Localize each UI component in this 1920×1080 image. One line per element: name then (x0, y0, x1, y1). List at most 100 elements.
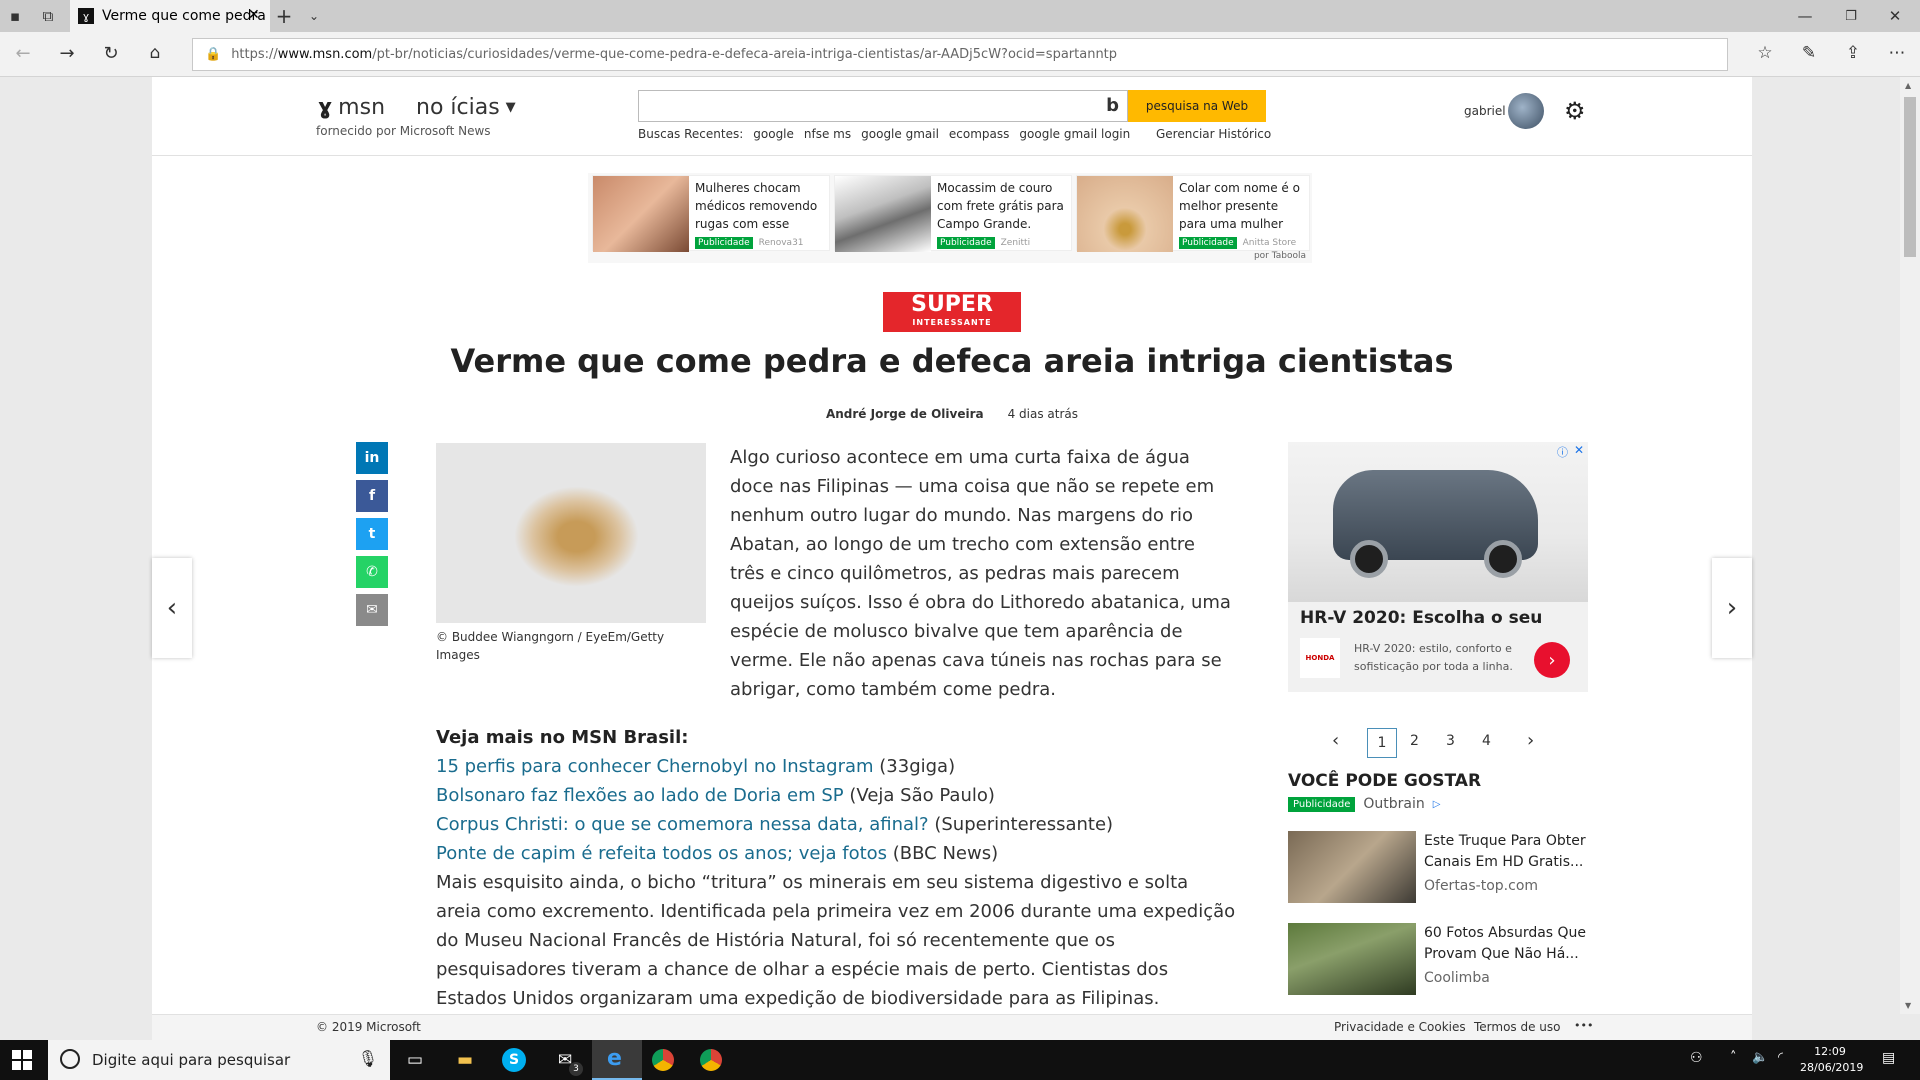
gear-icon[interactable]: ⚙ (1564, 97, 1586, 125)
minimize-icon[interactable]: — (1790, 4, 1820, 28)
publisher-logo[interactable]: SUPER INTERESSANTE (883, 292, 1021, 332)
related-link[interactable]: 15 perfis para conhecer Chernobyl no Ins… (436, 756, 874, 777)
footer-more-icon[interactable]: ••• (1574, 1019, 1593, 1032)
privacy-link[interactable]: Privacidade e Cookies (1334, 1020, 1466, 1034)
linkedin-share-icon[interactable]: in (356, 442, 388, 474)
url-prefix: https:// (231, 47, 278, 62)
previous-article-icon[interactable]: ‹ (152, 558, 192, 658)
new-tab-icon[interactable]: + (272, 4, 296, 28)
tab-close-icon[interactable]: ✕ (248, 7, 260, 23)
recent-search-item[interactable]: google gmail login (1019, 127, 1130, 141)
task-view-icon[interactable]: ▭ (402, 1048, 428, 1072)
forward-icon[interactable]: → (54, 40, 80, 66)
share-icon[interactable]: ⇪ (1840, 40, 1866, 66)
recent-search-item[interactable]: google (753, 127, 794, 141)
scroll-down-icon[interactable]: ▼ (1905, 1001, 1911, 1010)
outbrain-icon[interactable]: ▷ (1433, 799, 1441, 810)
set-aside-tabs-icon[interactable]: ⧉ (36, 6, 60, 26)
scroll-thumb[interactable] (1904, 97, 1916, 257)
taskbar-search-input[interactable]: Digite aqui para pesquisar 🎙 (48, 1040, 390, 1080)
terms-link[interactable]: Termos de uso (1474, 1020, 1561, 1034)
scroll-up-icon[interactable]: ▲ (1905, 81, 1911, 90)
twitter-share-icon[interactable]: t (356, 518, 388, 550)
recommend-item[interactable]: Este Truque Para Obter Canais Em HD Grat… (1288, 831, 1588, 903)
tab-bar: ▪ ⧉ ɣ Verme que come pedra ✕ + ⌄ — ❐ ✕ (0, 0, 1920, 32)
edge-taskbar-button[interactable]: e (592, 1040, 642, 1080)
edge-icon: e (607, 1046, 622, 1071)
chevron-down-icon: ▼ (505, 100, 516, 115)
home-icon[interactable]: ⌂ (142, 40, 168, 66)
people-icon[interactable]: ⚇ (1690, 1050, 1703, 1066)
web-search-button[interactable]: pesquisa na Web (1128, 90, 1266, 122)
recent-search-item[interactable]: ecompass (949, 127, 1010, 141)
whatsapp-share-icon[interactable]: ✆ (356, 556, 388, 588)
back-icon[interactable]: ← (10, 40, 36, 66)
file-explorer-icon[interactable]: ▬ (452, 1048, 478, 1072)
outbrain-label[interactable]: Outbrain (1363, 796, 1424, 812)
related-link[interactable]: Ponte de capim é refeita todos os anos; … (436, 843, 887, 864)
ad-card[interactable]: Colar com nome é o melhor presente para … (1076, 175, 1310, 252)
bing-icon: b (1106, 95, 1119, 116)
more-menu-icon[interactable]: ⋯ (1884, 40, 1910, 66)
clock[interactable]: 12:09 28/06/2019 (1800, 1044, 1863, 1076)
recent-search-item[interactable]: nfse ms (804, 127, 851, 141)
side-ad[interactable]: ⓘ ✕ HR-V 2020: Escolha o seu HONDA HR-V … (1288, 442, 1588, 692)
recommend-image (1288, 831, 1416, 903)
manage-history-link[interactable]: Gerenciar Histórico (1156, 127, 1271, 141)
prev-page-icon[interactable]: ‹ (1332, 730, 1339, 751)
recommend-source: Coolimba (1424, 970, 1490, 986)
chrome-icon[interactable] (700, 1049, 722, 1071)
cortana-icon (60, 1049, 80, 1069)
microphone-icon[interactable]: 🎙 (358, 1049, 378, 1068)
tab-preview-chevron-icon[interactable]: ⌄ (302, 4, 326, 28)
ad-image (593, 176, 689, 252)
chrome-icon[interactable] (652, 1049, 674, 1071)
restore-icon[interactable]: ❐ (1836, 4, 1866, 28)
page-number-current[interactable]: 1 (1367, 728, 1397, 758)
recent-search-item[interactable]: google gmail (861, 127, 939, 141)
adchoices-icon[interactable]: ⓘ (1557, 444, 1568, 460)
refresh-icon[interactable]: ↻ (98, 40, 124, 66)
wifi-icon[interactable]: ◜ (1778, 1050, 1783, 1065)
page-number[interactable]: 2 (1410, 733, 1419, 749)
section-dropdown[interactable]: no ícias ▼ (416, 95, 516, 120)
taboola-credit[interactable]: por Taboola (1254, 251, 1306, 261)
web-note-icon[interactable]: ✎ (1796, 40, 1822, 66)
ad-card[interactable]: Mulheres chocam médicos removendo rugas … (592, 175, 830, 252)
ad-close-icon[interactable]: ✕ (1574, 443, 1584, 457)
next-page-icon[interactable]: › (1527, 730, 1534, 751)
tab-active[interactable]: ɣ Verme que come pedra ✕ (70, 0, 270, 32)
tab-actions-icon[interactable]: ▪ (4, 6, 26, 26)
favorites-hub-icon[interactable]: ☆ (1752, 40, 1778, 66)
publisher-logo-text: SUPER (911, 292, 993, 317)
next-article-icon[interactable]: › (1712, 558, 1752, 658)
car-image (1288, 442, 1588, 602)
related-item: 15 perfis para conhecer Chernobyl no Ins… (436, 752, 1236, 781)
username[interactable]: gabriel (1464, 104, 1506, 118)
url-field[interactable]: 🔒 https://www.msn.com/pt-br/noticias/cur… (192, 38, 1728, 71)
article-paragraph: Algo curioso acontece em uma curta faixa… (730, 447, 1231, 700)
action-center-icon[interactable]: ▤ (1882, 1050, 1895, 1066)
page-number[interactable]: 3 (1446, 733, 1455, 749)
article-image[interactable] (436, 443, 706, 623)
related-link[interactable]: Corpus Christi: o que se comemora nessa … (436, 814, 929, 835)
avatar[interactable] (1508, 93, 1544, 129)
side-ad-arrow-icon[interactable]: › (1534, 642, 1570, 678)
recent-searches: Buscas Recentes: google nfse ms google g… (638, 127, 1130, 141)
page-scrollbar[interactable]: ▲ ▼ (1900, 77, 1920, 1014)
facebook-share-icon[interactable]: f (356, 480, 388, 512)
author-name[interactable]: André Jorge de Oliveira (826, 407, 984, 421)
show-hidden-icons-icon[interactable]: ˄ (1730, 1050, 1737, 1065)
article-paragraph: Mais esquisito ainda, o bicho “tritura” … (436, 872, 1236, 1009)
page-number[interactable]: 4 (1482, 733, 1491, 749)
windows-start-icon[interactable] (12, 1050, 32, 1070)
email-share-icon[interactable]: ✉ (356, 594, 388, 626)
skype-icon[interactable]: S (502, 1048, 526, 1072)
recommend-item[interactable]: 60 Fotos Absurdas Que Provam Que Não Há.… (1288, 923, 1588, 995)
search-input[interactable]: b (638, 90, 1128, 122)
ad-card[interactable]: Mocassim de couro com frete grátis para … (834, 175, 1072, 252)
close-window-icon[interactable]: ✕ (1880, 4, 1910, 28)
msn-logo[interactable]: ɣ msn (318, 95, 385, 120)
related-link[interactable]: Bolsonaro faz flexões ao lado de Doria e… (436, 785, 844, 806)
volume-icon[interactable]: 🔈 (1752, 1050, 1768, 1065)
